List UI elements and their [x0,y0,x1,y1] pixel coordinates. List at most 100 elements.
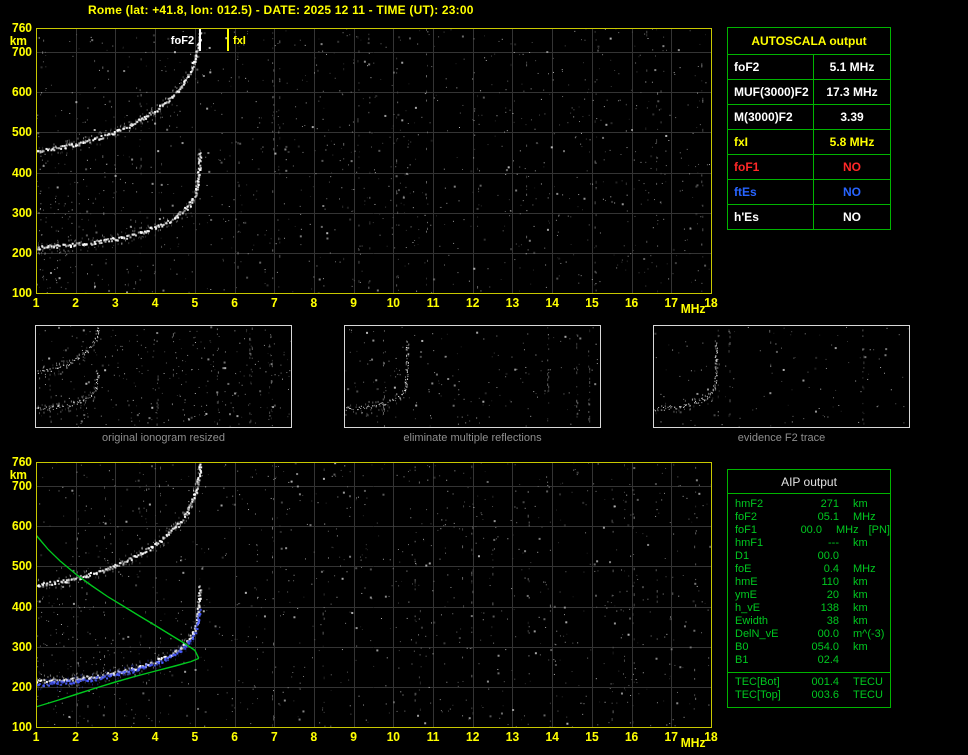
aip-row-foe: foE 0.4 MHz [735,563,890,576]
main-ionogram-canvas [0,18,724,318]
aip-row-hmf1: hmF1 --- km [735,537,890,550]
param-label-muf3000f2: MUF(3000)F2 [727,79,814,105]
autoscala-table-title: AUTOSCALA output [727,27,891,55]
param-label-fof2: foF2 [727,54,814,80]
aip-value: 38 [826,615,839,627]
aip-table-title: AIP output [728,470,890,494]
autoscala-row-5: ftEs NO [727,179,891,205]
aip-tec-list: TEC[Bot] 001.4 TECU TEC[Top] 003.6 TECU [728,673,890,704]
aip-unit: km [853,537,868,549]
aip-row-hmf2: hmF2 271 km [735,498,890,511]
aip-row-b0: B0 054.0 km [735,641,890,654]
aip-row-tecbot: TEC[Bot] 001.4 TECU [735,676,890,689]
aip-value: 054.0 [811,641,839,653]
aip-label: B0 [735,641,749,653]
aip-unit: km [853,589,868,601]
aip-row-hme: hmE 110 km [735,576,890,589]
autoscala-row-2: M(3000)F2 3.39 [727,104,891,130]
thumbnail-caption-no-multiples: eliminate multiple reflections [403,432,542,444]
param-label-fof1: foF1 [727,154,814,180]
autoscala-table-header: AUTOSCALA output [727,27,891,55]
aip-label: ymE [735,589,757,601]
aip-value: 02.4 [817,654,839,666]
aip-label: Ewidth [735,615,769,627]
autoscala-screen: Rome (lat: +41.8, lon: 012.5) - DATE: 20… [0,0,968,755]
aip-unit: MHz [853,511,876,523]
aip-row-hve: h_vE 138 km [735,602,890,615]
aip-value: 110 [821,576,839,588]
aip-value: 0.4 [823,563,839,575]
thumbnail-no-multiples [344,325,601,428]
aip-row-fof2: foF2 05.1 MHz [735,511,890,524]
aip-label: hmE [735,576,758,588]
aip-unit: km [853,498,868,510]
param-value-fxi: 5.8 MHz [813,129,891,155]
aip-label: foF1 [735,524,758,536]
aip-unit: km [853,576,868,588]
param-value-fof2: 5.1 MHz [813,54,891,80]
aip-output-table: AIP output hmF2 271 km foF2 05.1 MHz foF1 00.… [727,469,891,708]
aip-label: hmF1 [735,537,764,549]
param-value-hes: NO [813,204,891,230]
aip-value: 271 [820,498,839,510]
thumbnail-original-ionogram [35,325,292,428]
aip-value: 00.0 [817,550,839,562]
aip-label: B1 [735,654,749,666]
page-title: Rome (lat: +41.8, lon: 012.5) - DATE: 20… [88,3,474,17]
thumbnail-original-canvas [36,326,291,427]
aip-unit: MHz [835,524,859,536]
aip-unit: TECU [853,676,883,688]
aip-row-b1: B1 02.4 [735,654,890,667]
param-label-fxi: fxI [727,129,814,155]
aip-row-yme: ymE 20 km [735,589,890,602]
autoscala-row-0: foF2 5.1 MHz [727,54,891,80]
aip-label: TEC[Bot] [735,676,780,688]
aip-value: 05.1 [817,511,839,523]
aip-label: foE [735,563,752,575]
param-label-m3000f2: M(3000)F2 [727,104,814,130]
aip-row-d1: D1 00.0 [735,550,890,563]
aip-row-fof1: foF1 00.0 MHz [PN] [735,524,890,537]
aip-value: --- [828,537,839,549]
aip-value: 003.6 [811,689,839,701]
thumbnail-caption-original: original ionogram resized [102,432,225,444]
autoscala-row-6: h'Es NO [727,204,891,230]
aip-label: TEC[Top] [735,689,781,701]
aip-value: 001.4 [811,676,839,688]
aip-flag-pn: [PN] [868,524,890,536]
param-value-m3000f2: 3.39 [813,104,891,130]
aip-label: foF2 [735,511,758,523]
autoscala-row-3: fxI 5.8 MHz [727,129,891,155]
aip-row-tectop: TEC[Top] 003.6 TECU [735,689,890,702]
aip-value: 00.0 [800,524,822,536]
param-value-muf3000f2: 17.3 MHz [813,79,891,105]
thumbnail-no-multiples-canvas [345,326,600,427]
aip-unit: MHz [853,563,876,575]
aip-value: 00.0 [817,628,839,640]
aip-label: h_vE [735,602,761,614]
aip-unit: km [853,602,868,614]
aip-unit: TECU [853,689,883,701]
autoscala-row-1: MUF(3000)F2 17.3 MHz [727,79,891,105]
thumbnail-caption-f2-evidence: evidence F2 trace [737,432,826,444]
aip-row-delnve: DelN_vE 00.0 m^(-3) [735,628,890,641]
param-value-fof1: NO [813,154,891,180]
aip-parameter-list: hmF2 271 km foF2 05.1 MHz foF1 00.0 MHz [PN] hm… [728,494,890,669]
autoscala-row-4: foF1 NO [727,154,891,180]
aip-unit: km [853,615,868,627]
thumbnail-f2-evidence-canvas [654,326,909,427]
aip-value: 20 [826,589,839,601]
param-label-ftes: ftEs [727,179,814,205]
aip-label: DelN_vE [735,628,779,640]
aip-label: D1 [735,550,750,562]
aip-value: 138 [820,602,839,614]
autoscala-output-table: AUTOSCALA output foF2 5.1 MHz MUF(3000)F… [727,27,891,230]
aip-row-ewidth: Ewidth 38 km [735,615,890,628]
aip-label: hmF2 [735,498,764,510]
param-value-ftes: NO [813,179,891,205]
aip-unit: m^(-3) [853,628,885,640]
aip-unit: km [853,641,868,653]
profile-ionogram-canvas [0,452,724,752]
param-label-hes: h'Es [727,204,814,230]
thumbnail-f2-evidence [653,325,910,428]
